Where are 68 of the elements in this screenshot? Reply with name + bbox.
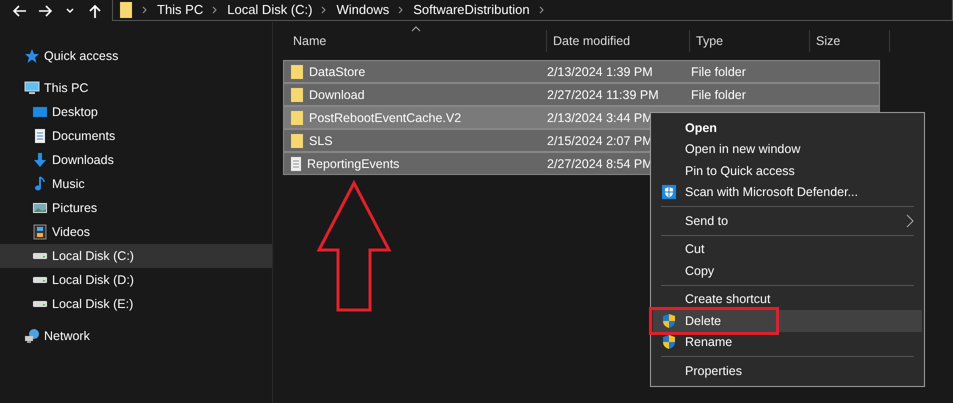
menu-item[interactable]: Properties xyxy=(653,360,922,382)
up-arrow-icon[interactable] xyxy=(87,3,103,19)
chevron-icon xyxy=(397,4,406,14)
nav-item[interactable]: Documents xyxy=(0,124,272,148)
nav-item[interactable]: Desktop xyxy=(0,100,272,124)
menu-item[interactable]: Cut xyxy=(653,238,922,260)
column-header[interactable]: Date modified xyxy=(547,30,690,52)
file-name: SLS xyxy=(309,134,333,148)
nav-item[interactable]: Quick access xyxy=(0,44,272,68)
shield-icon xyxy=(661,334,677,350)
sort-caret-icon xyxy=(411,26,421,32)
menu-item[interactable]: Copy xyxy=(653,260,922,282)
down-arrow-icon xyxy=(32,152,48,168)
file-name: Download xyxy=(309,88,365,102)
menu-item[interactable]: Send to xyxy=(653,210,922,232)
text-file-icon xyxy=(290,156,302,172)
picture-icon xyxy=(32,200,48,216)
nav-item[interactable]: Music xyxy=(0,172,272,196)
drive-icon xyxy=(33,253,47,259)
nav-item[interactable]: Local Disk (D:) xyxy=(0,268,272,292)
column-header[interactable]: Name xyxy=(283,30,547,52)
star-icon xyxy=(24,48,40,64)
network-globe-icon xyxy=(24,328,40,344)
back-arrow-icon[interactable] xyxy=(12,3,28,19)
address-bar[interactable]: This PC Local Disk (C:) Windows SoftwareDistribution xyxy=(112,0,953,20)
column-header[interactable]: Type xyxy=(690,30,810,52)
file-row[interactable]: Download 2/27/2024 11:39 PM File folder xyxy=(283,83,880,106)
nav-item[interactable]: Pictures xyxy=(0,196,272,220)
desktop-icon xyxy=(32,104,48,120)
shield-icon xyxy=(661,312,677,329)
shield-icon xyxy=(661,184,677,200)
date-modified: 2/13/2024 1:39 PM xyxy=(547,64,653,78)
nav-item[interactable]: Downloads xyxy=(0,148,272,172)
nav-item[interactable]: This PC xyxy=(0,76,272,100)
file-row[interactable]: DataStore 2/13/2024 1:39 PM File folder xyxy=(283,60,880,83)
date-modified: 2/27/2024 11:39 PM xyxy=(547,88,659,102)
folder-icon xyxy=(290,86,304,102)
breadcrumb-item[interactable]: SoftwareDistribution xyxy=(413,2,530,17)
folder-icon xyxy=(119,0,133,18)
nav-item[interactable]: Local Disk (C:) xyxy=(0,244,272,268)
file-name: DataStore xyxy=(309,64,366,78)
chevron-icon xyxy=(211,4,220,14)
drive-icon xyxy=(33,277,47,283)
breadcrumb-item[interactable]: This PC xyxy=(157,2,204,17)
drive-icon xyxy=(33,301,47,307)
file-name: PostRebootEventCache.V2 xyxy=(309,110,462,124)
menu-item[interactable]: Scan with Microsoft Defender... xyxy=(653,182,922,203)
menu-item[interactable]: Rename xyxy=(653,332,922,353)
column-header[interactable]: Size xyxy=(810,30,890,52)
nav-item[interactable]: Local Disk (E:) xyxy=(0,292,272,316)
chevron-icon xyxy=(141,4,149,14)
file-type: File folder xyxy=(691,64,746,78)
folder-icon xyxy=(290,132,304,148)
film-icon xyxy=(32,224,48,240)
file-name: ReportingEvents xyxy=(307,156,400,170)
forward-arrow-icon[interactable] xyxy=(37,3,53,19)
nav-item[interactable]: Network xyxy=(0,324,272,348)
folder-icon xyxy=(290,110,304,126)
chevron-icon xyxy=(538,4,546,14)
breadcrumb-item[interactable]: Local Disk (C:) xyxy=(227,2,312,17)
nav-item[interactable]: Videos xyxy=(0,220,272,244)
chevron-icon xyxy=(320,4,328,14)
breadcrumb-item[interactable]: Windows xyxy=(336,2,390,17)
menu-item[interactable]: Create shortcut xyxy=(653,288,922,310)
file-type: File folder xyxy=(691,88,746,102)
document-icon xyxy=(32,128,48,144)
monitor-icon xyxy=(24,80,40,96)
folder-icon xyxy=(290,64,304,80)
